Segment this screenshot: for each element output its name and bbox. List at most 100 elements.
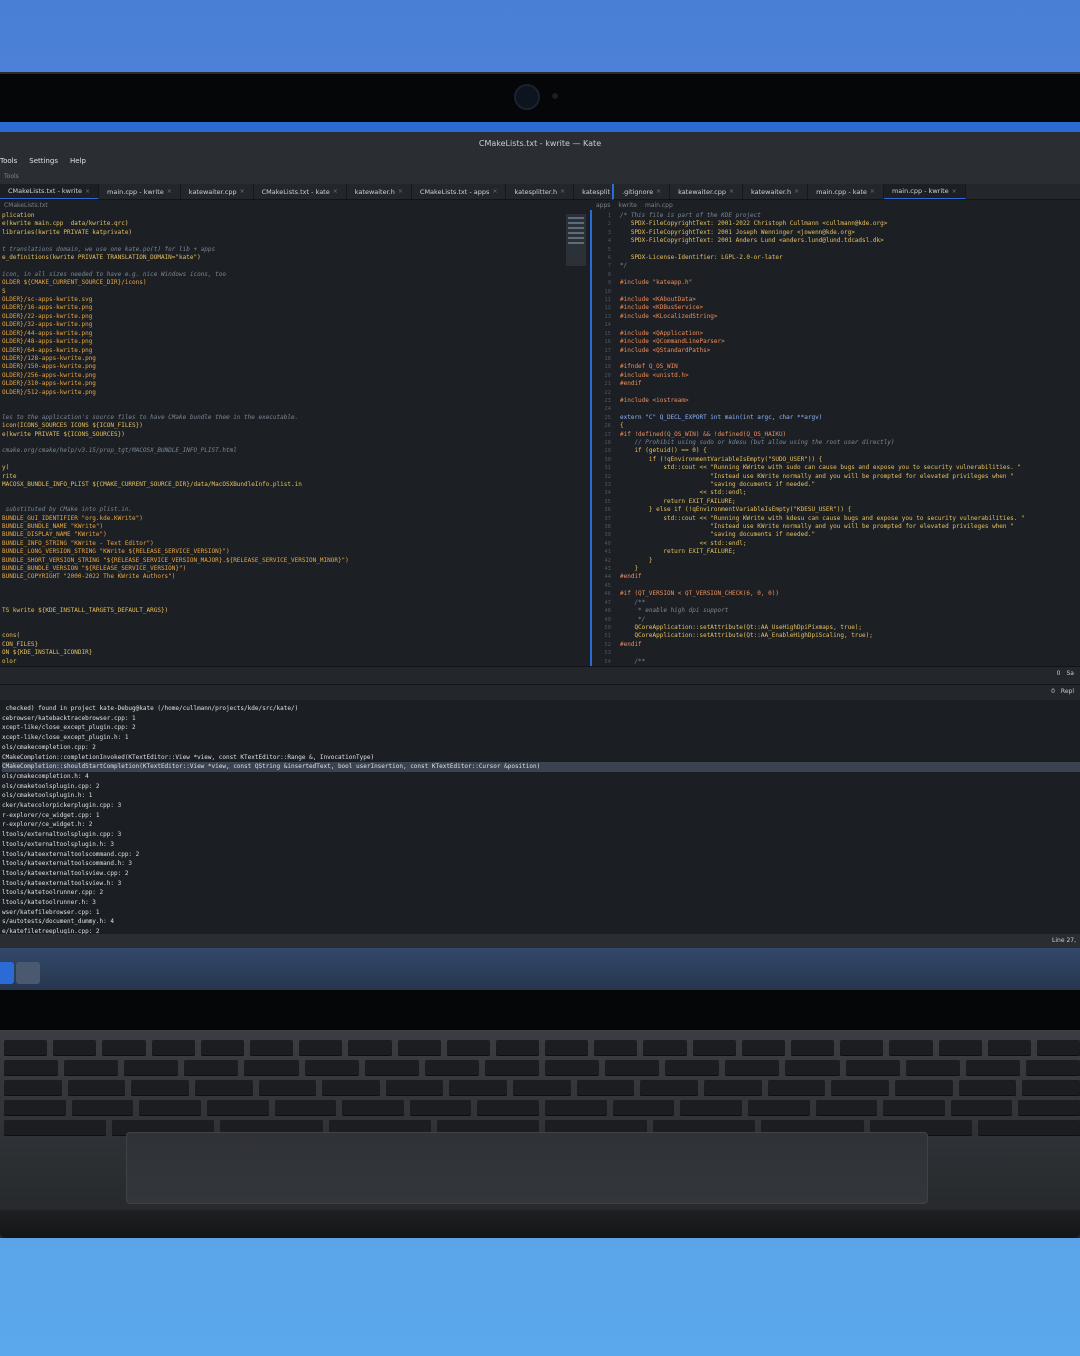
right-tab[interactable]: katewaiter.h × xyxy=(743,184,809,199)
search-result-row[interactable]: ols/cmaketoolsplugin.cpp: 2 xyxy=(2,782,1080,792)
close-icon[interactable]: × xyxy=(398,188,403,195)
code-line: CON_FILES} xyxy=(2,640,39,648)
close-icon[interactable]: × xyxy=(729,188,734,195)
close-icon[interactable]: × xyxy=(870,188,875,195)
left-tab[interactable]: katesplitter.h × xyxy=(506,184,575,199)
search-results-panel[interactable]: checked) found in project kate-Debug@kat… xyxy=(0,700,1080,934)
keyboard-key xyxy=(692,1040,736,1056)
right-tab[interactable]: main.cpp - kate × xyxy=(808,184,884,199)
search-result-row[interactable]: cker/katecolorpickerplugin.cpp: 3 xyxy=(2,801,1080,811)
keyboard xyxy=(0,1040,1080,1136)
keyboard-key xyxy=(409,1100,472,1116)
search-result-row[interactable]: wser/katefilebrowser.cpp: 1 xyxy=(2,908,1080,918)
menubar: Tools Settings Help xyxy=(0,154,1080,168)
search-result-row[interactable]: ltools/katetoolrunner.h: 3 xyxy=(2,898,1080,908)
tab-label: katesplitter.h xyxy=(514,187,558,196)
code-line: #endif xyxy=(620,640,642,648)
code-line: BUNDLE_INFO_STRING "KWrite - Text Editor… xyxy=(2,539,154,547)
code-line: #include <unistd.h> xyxy=(620,371,689,379)
search-result-row[interactable]: CMakeCompletion::shouldStartCompletion(K… xyxy=(2,762,1080,772)
breadcrumb-file[interactable]: CMakeLists.txt xyxy=(4,202,48,209)
left-tab[interactable]: CMakeLists.txt - kate × xyxy=(254,184,347,199)
code-line: OLDER}/512-apps-kwrite.png xyxy=(2,388,96,396)
save-indicator[interactable]: Sa xyxy=(1067,670,1075,677)
breadcrumb-apps[interactable]: apps xyxy=(596,202,610,209)
code-line: std::cout << "Running KWrite with sudo c… xyxy=(620,464,1021,472)
right-tab[interactable]: .gitignore × xyxy=(614,184,671,199)
minimap[interactable] xyxy=(566,214,586,266)
tab-label: katewaiter.cpp xyxy=(678,187,726,196)
close-icon[interactable]: × xyxy=(333,188,338,195)
toolbar-hint[interactable]: Tools xyxy=(4,173,19,180)
breadcrumb-file[interactable]: main.cpp xyxy=(645,202,673,209)
right-tab[interactable]: main.cpp - kwrite × xyxy=(883,184,966,199)
keyboard-key xyxy=(446,1040,490,1056)
keyboard-key xyxy=(938,1040,982,1056)
left-editor[interactable]: plication e(kwrite main.cpp data/kwrite.q… xyxy=(0,210,590,666)
launcher-icon[interactable] xyxy=(0,962,14,984)
code-line: OLDER}/22-apps-kwrite.png xyxy=(2,312,93,320)
search-result-row[interactable]: r-explorer/ce_widget.h: 2 xyxy=(2,820,1080,830)
code-line: if (!qEnvironmentVariableIsEmpty("SUDO_U… xyxy=(620,455,823,463)
search-result-row[interactable]: r-explorer/ce_widget.cpp: 1 xyxy=(2,811,1080,821)
search-result-row[interactable]: ols/cmakecompletion.cpp: 2 xyxy=(2,743,1080,753)
search-result-row[interactable]: ltools/kateexternaltoolsview.cpp: 2 xyxy=(2,869,1080,879)
keyboard-key xyxy=(704,1080,762,1096)
code-line: BUNDLE_LONG_VERSION_STRING "KWrite ${REL… xyxy=(2,548,230,556)
breadcrumb-kwrite[interactable]: kwrite xyxy=(618,202,637,209)
search-result-row[interactable]: cebrowser/katebacktracebrowser.cpp: 1 xyxy=(2,714,1080,724)
left-code[interactable]: plication e(kwrite main.cpp data/kwrite.q… xyxy=(0,210,590,666)
right-code[interactable]: /* This file is part of the KDE project … xyxy=(592,210,1080,666)
search-result-row[interactable]: s/autotests/document_dummy.h: 4 xyxy=(2,917,1080,927)
code-line: extern "C" Q_DECL_EXPORT int main(int ar… xyxy=(620,413,823,421)
close-icon[interactable]: × xyxy=(85,188,90,195)
close-icon[interactable]: × xyxy=(794,188,799,195)
code-line: BUNDLE_DISPLAY_NAME "KWrite") xyxy=(2,531,107,539)
left-tab[interactable]: CMakeLists.txt - apps × xyxy=(412,184,507,199)
left-tab[interactable]: katewaiter.h × xyxy=(347,184,412,199)
cursor-position[interactable]: Line 27, xyxy=(1052,937,1076,944)
search-result-row[interactable]: xcept-like/close_except_plugin.cpp: 2 xyxy=(2,723,1080,733)
search-results[interactable]: checked) found in project kate-Debug@kat… xyxy=(0,700,1080,934)
close-icon[interactable]: × xyxy=(167,188,172,195)
search-result-row[interactable]: ltools/externaltoolsplugin.cpp: 3 xyxy=(2,830,1080,840)
search-result-row[interactable]: ltools/kateexternaltoolscommand.cpp: 2 xyxy=(2,850,1080,860)
search-result-row[interactable]: ols/cmakecompletion.h: 4 xyxy=(2,772,1080,782)
keyboard-key xyxy=(987,1040,1031,1056)
search-result-row[interactable]: xcept-like/close_except_plugin.h: 1 xyxy=(2,733,1080,743)
code-line: cons( xyxy=(2,632,21,640)
search-result-row[interactable]: ltools/externaltoolsplugin.h: 3 xyxy=(2,840,1080,850)
kate-task-icon[interactable] xyxy=(16,962,40,984)
close-icon[interactable]: × xyxy=(952,188,957,195)
code-line: /* This file is part of the KDE project xyxy=(620,212,761,219)
code-line: "saving documents if needed." xyxy=(620,531,816,539)
result-count[interactable]: 0 xyxy=(1051,688,1055,695)
menu-settings[interactable]: Settings xyxy=(29,157,58,165)
search-result-row[interactable]: ltools/katetoolrunner.cpp: 2 xyxy=(2,888,1080,898)
left-tab[interactable]: CMakeLists.txt - kwrite × xyxy=(0,184,100,199)
right-editor[interactable]: 1 2 3 4 5 6 7 8 9 10 11 12 13 14 15 16 17 18 19 20 21 22 23 24 2… xyxy=(590,210,1080,666)
search-result-row[interactable]: ols/cmaketoolsplugin.h: 1 xyxy=(2,791,1080,801)
close-icon[interactable]: × xyxy=(492,188,497,195)
left-tab[interactable]: main.cpp - kwrite × xyxy=(99,184,181,199)
keyboard-key xyxy=(274,1100,337,1116)
code-line: #include <iostream> xyxy=(620,396,689,404)
close-icon[interactable]: × xyxy=(560,188,565,195)
warning-count[interactable]: 0 xyxy=(1057,670,1061,677)
webcam-icon xyxy=(514,84,540,110)
keyboard-key xyxy=(4,1080,62,1096)
search-result-row[interactable]: e/katefiletreeplugin.cpp: 2 xyxy=(2,927,1080,934)
right-tab[interactable]: katewaiter.cpp × xyxy=(670,184,743,199)
menu-help[interactable]: Help xyxy=(70,157,86,165)
search-result-row[interactable]: ltools/kateexternaltoolscommand.h: 3 xyxy=(2,859,1080,869)
left-tab[interactable]: katewaiter.cpp × xyxy=(181,184,254,199)
replace-button[interactable]: Repl xyxy=(1061,688,1074,695)
search-result-row[interactable]: CMakeCompletion::completionInvoked(KText… xyxy=(2,753,1080,763)
close-icon[interactable]: × xyxy=(240,188,245,195)
search-result-row[interactable]: ltools/kateexternaltoolsview.h: 3 xyxy=(2,879,1080,889)
close-icon[interactable]: × xyxy=(656,188,661,195)
search-result-row[interactable]: checked) found in project kate-Debug@kat… xyxy=(2,704,1080,714)
menu-tools[interactable]: Tools xyxy=(0,157,17,165)
